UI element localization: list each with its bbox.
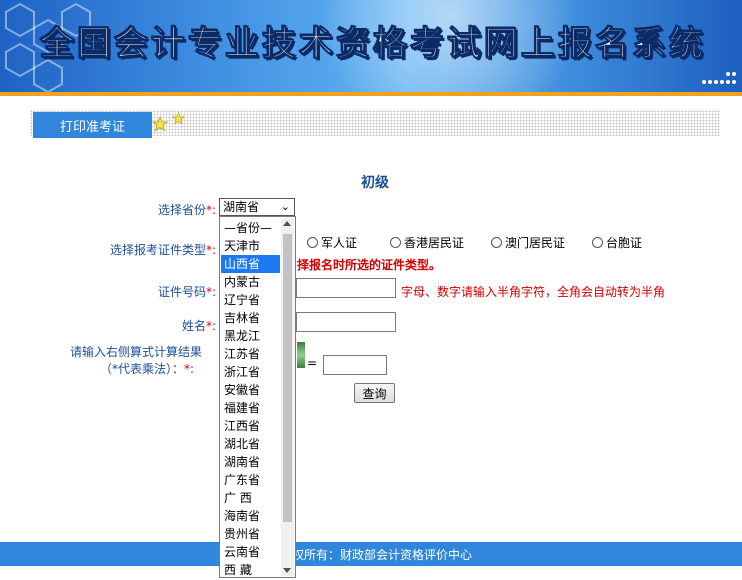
dropdown-option[interactable]: 云南省 bbox=[221, 543, 280, 561]
page-title: 全国会计专业技术资格考试网上报名系统 bbox=[40, 24, 706, 65]
dropdown-option[interactable]: 广 西 bbox=[221, 489, 280, 507]
dropdown-option[interactable]: 湖南省 bbox=[221, 453, 280, 471]
dropdown-option[interactable]: 江西省 bbox=[221, 417, 280, 435]
province-dropdown-list[interactable]: —省份— 天津市 山西省 内蒙古 辽宁省 吉林省 黑龙江 江苏省 浙江省 安徽省… bbox=[219, 216, 296, 578]
captcha-label: 请输入右侧算式计算结果 （*代表乘法）：*: bbox=[70, 345, 203, 376]
tab-print-admission[interactable]: 打印准考证 bbox=[33, 112, 152, 138]
dropdown-scrollbar[interactable] bbox=[281, 218, 294, 576]
province-select[interactable]: 湖南省 ⌄ bbox=[219, 198, 295, 216]
chevron-down-icon[interactable]: ⌄ bbox=[281, 199, 290, 215]
dropdown-option[interactable]: 江苏省 bbox=[221, 345, 280, 363]
captcha-image bbox=[297, 342, 305, 368]
radio-circle[interactable] bbox=[307, 237, 318, 248]
radio-circle[interactable] bbox=[390, 237, 401, 248]
radio-military-id[interactable]: 军人证 bbox=[307, 234, 357, 251]
radio-macau-id[interactable]: 澳门居民证 bbox=[491, 234, 565, 251]
header-banner: 全国会计专业技术资格考试网上报名系统 bbox=[0, 0, 742, 92]
equals-sign: = bbox=[307, 356, 318, 370]
id-type-hint: 择报名时所选的证件类型。 bbox=[297, 258, 442, 272]
radio-circle[interactable] bbox=[592, 237, 603, 248]
id-number-input[interactable] bbox=[296, 278, 396, 298]
dropdown-option[interactable]: 安徽省 bbox=[221, 381, 280, 399]
dropdown-option-highlighted[interactable]: 山西省 bbox=[221, 255, 280, 273]
scrollbar-thumb[interactable] bbox=[283, 234, 292, 522]
dropdown-option[interactable]: 浙江省 bbox=[221, 363, 280, 381]
dropdown-option[interactable]: 广东省 bbox=[221, 471, 280, 489]
star-icon bbox=[172, 112, 185, 125]
dropdown-option[interactable]: 西 藏 bbox=[221, 561, 280, 577]
dropdown-option[interactable]: 海南省 bbox=[221, 507, 280, 525]
dropdown-option[interactable]: 黑龙江 bbox=[221, 327, 280, 345]
name-label: 姓名*: bbox=[181, 319, 216, 333]
scroll-down-icon[interactable] bbox=[283, 568, 291, 573]
star-icon bbox=[152, 116, 168, 132]
header-divider bbox=[0, 92, 742, 96]
dropdown-option[interactable]: 福建省 bbox=[221, 399, 280, 417]
dropdown-option[interactable]: 内蒙古 bbox=[221, 273, 280, 291]
footer-copyright: 权所有：财政部会计资格评价中心 bbox=[292, 548, 473, 562]
radio-hongkong-id[interactable]: 香港居民证 bbox=[390, 234, 464, 251]
dropdown-option[interactable]: 贵州省 bbox=[221, 525, 280, 543]
province-label: 选择省份*: bbox=[157, 203, 216, 217]
dropdown-option[interactable]: 湖北省 bbox=[221, 435, 280, 453]
query-button[interactable]: 查询 bbox=[354, 383, 395, 403]
name-input[interactable] bbox=[296, 312, 396, 332]
exam-level-heading: 初级 bbox=[361, 175, 389, 191]
id-type-label: 选择报考证件类型*: bbox=[109, 243, 216, 257]
dropdown-option[interactable]: 辽宁省 bbox=[221, 291, 280, 309]
radio-taiwan-id[interactable]: 台胞证 bbox=[592, 234, 642, 251]
dropdown-option[interactable]: —省份— bbox=[221, 219, 280, 237]
dropdown-option[interactable]: 吉林省 bbox=[221, 309, 280, 327]
radio-circle[interactable] bbox=[491, 237, 502, 248]
scroll-up-icon[interactable] bbox=[283, 221, 291, 226]
captcha-answer-input[interactable] bbox=[323, 355, 387, 375]
id-number-label: 证件号码*: bbox=[157, 285, 216, 299]
id-number-hint: 字母、数字请输入半角字符，全角会自动转为半角 bbox=[401, 285, 666, 299]
dots-decoration bbox=[702, 72, 736, 84]
dropdown-option[interactable]: 天津市 bbox=[221, 237, 280, 255]
